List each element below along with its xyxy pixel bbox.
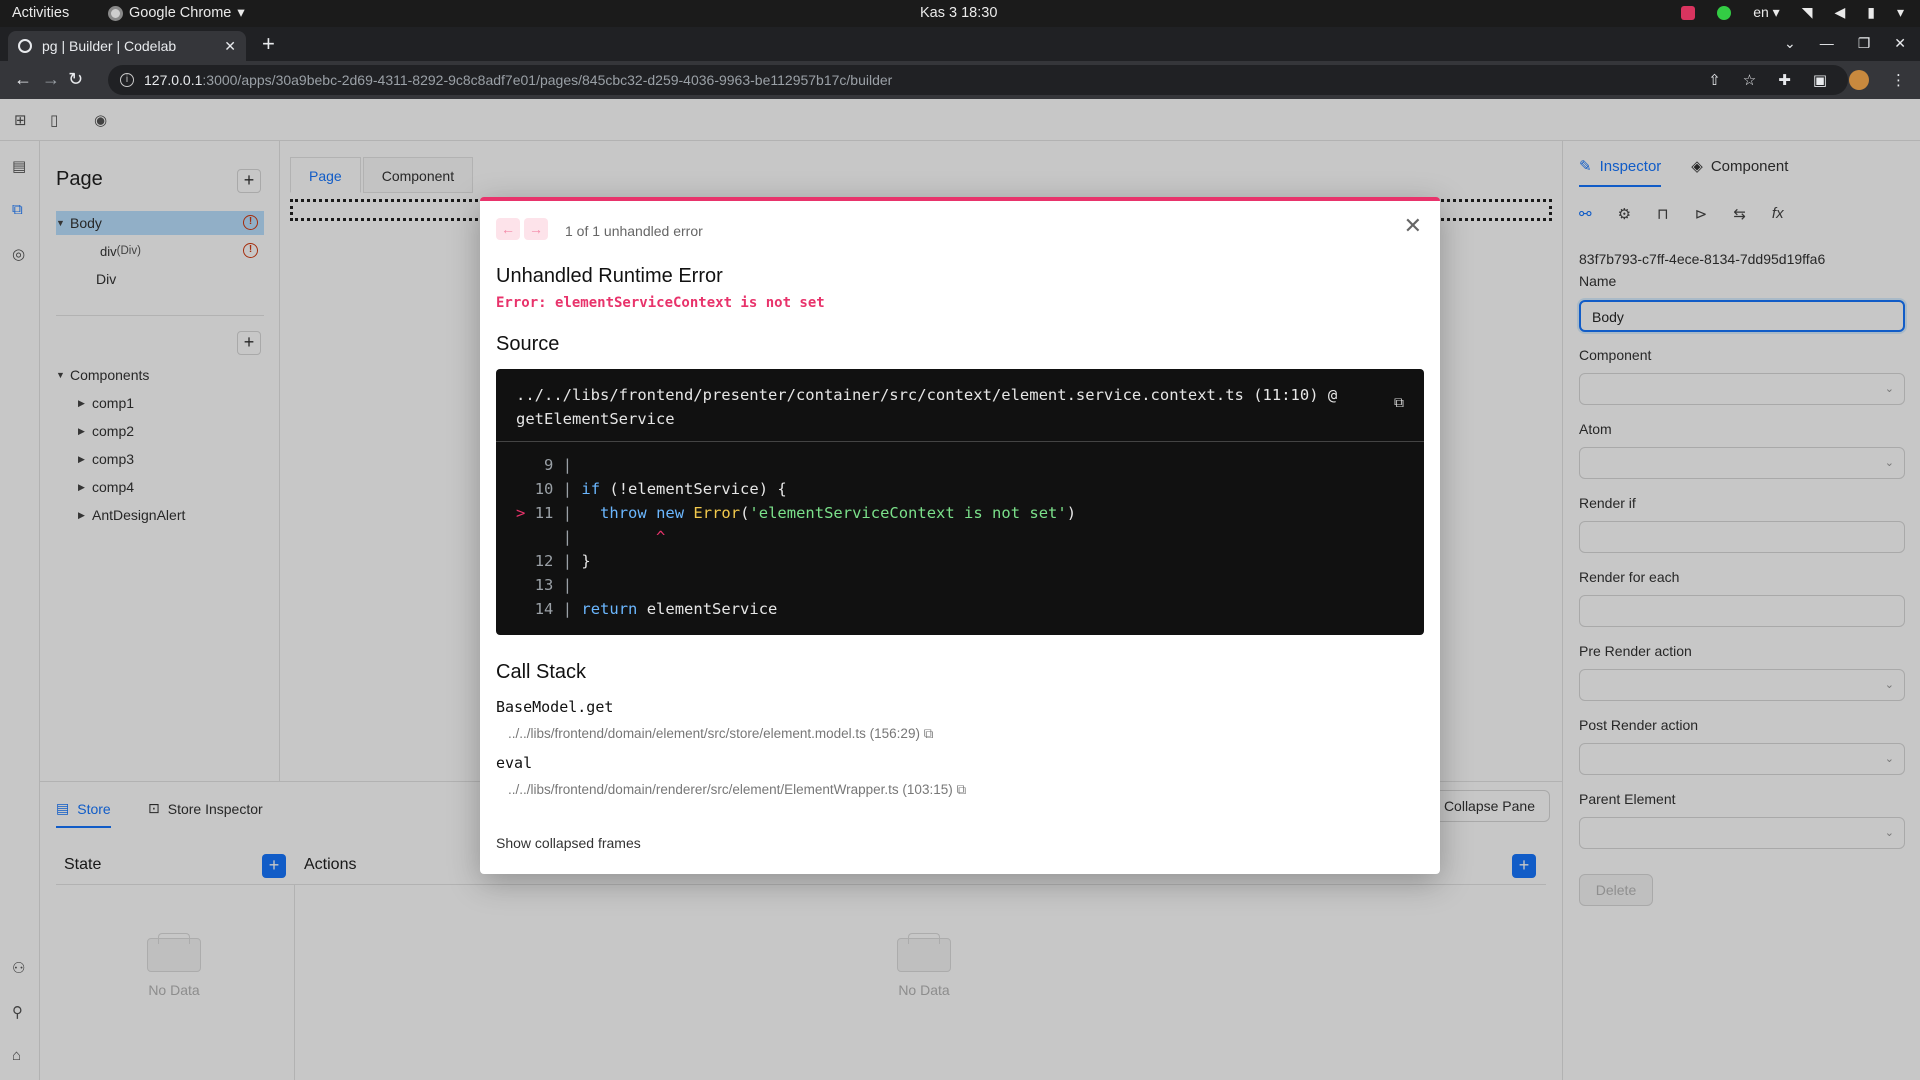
runtime-error-dialog: ← → 1 of 1 unhandled error ✕ Unhandled R… (480, 197, 1440, 874)
tab-title: pg | Builder | Codelab (42, 38, 177, 54)
activities-button[interactable]: Activities (12, 5, 69, 21)
caret-down-icon[interactable]: ▾ (1897, 4, 1904, 21)
code-line: > 11 | throw new Error('elementServiceCo… (516, 504, 1077, 522)
new-tab-icon[interactable]: + (262, 33, 275, 55)
source-file-link[interactable]: ../../libs/frontend/presenter/container/… (516, 383, 1376, 431)
info-icon[interactable]: i (120, 73, 134, 87)
restore-icon[interactable]: ❐ (1858, 35, 1871, 52)
call-stack-heading: Call Stack (496, 661, 587, 683)
external-link-icon[interactable]: ⧉ (1394, 395, 1404, 411)
stack-frame-file[interactable]: ../../libs/frontend/domain/element/src/s… (508, 726, 933, 742)
profile-avatar[interactable] (1849, 70, 1869, 90)
show-collapsed-frames-button[interactable]: Show collapsed frames (496, 835, 641, 851)
close-icon[interactable]: ✕ (1404, 215, 1422, 237)
browser-actions: ⇧ ☆ ✚ ▣ ⋮ (1708, 70, 1906, 90)
stack-frame-file[interactable]: ../../libs/frontend/domain/renderer/src/… (508, 782, 966, 798)
more-menu-icon[interactable]: ⋮ (1891, 71, 1906, 89)
code-line: 10 | if (!elementService) { (534, 480, 787, 498)
close-tab-icon[interactable]: ✕ (224, 38, 236, 55)
code-line: 14 | return elementService (534, 600, 778, 618)
system-tray[interactable]: en ▾ ◥ ◀ ▮ ▾ (1681, 4, 1904, 21)
forward-icon[interactable]: → (42, 69, 60, 89)
address-bar[interactable]: i 127.0.0.1:3000/apps/30a9bebc-2d69-4311… (108, 65, 1848, 95)
app-menu[interactable]: Google Chrome ▾ (108, 5, 245, 21)
error-pager: ← → (496, 218, 548, 240)
clock[interactable]: Kas 3 18:30 (920, 5, 997, 21)
browser-tab[interactable]: pg | Builder | Codelab ✕ (8, 31, 246, 61)
stack-frame-path: ../../libs/frontend/domain/element/src/s… (508, 726, 920, 741)
next-error-icon[interactable]: → (524, 218, 548, 240)
stack-frame-name: BaseModel.get (496, 698, 614, 716)
browser-toolbar: ← → ↻ i 127.0.0.1:3000/apps/30a9bebc-2d6… (0, 61, 1920, 99)
battery-icon[interactable]: ▮ (1867, 4, 1875, 21)
language-indicator[interactable]: en ▾ (1753, 4, 1780, 21)
caret-down-icon: ▾ (237, 5, 245, 21)
extensions-icon[interactable]: ✚ (1778, 71, 1791, 89)
browser-tab-strip: pg | Builder | Codelab ✕ + ⌄ — ❐ ✕ (0, 27, 1920, 61)
window-controls: ⌄ — ❐ ✕ (1784, 35, 1906, 52)
close-window-icon[interactable]: ✕ (1894, 35, 1906, 52)
minimize-icon[interactable]: — (1820, 35, 1834, 52)
share-icon[interactable]: ⇧ (1708, 71, 1721, 89)
code-lines: 9 | 10 | if (!elementService) { > 11 | th… (516, 453, 1076, 621)
stack-frame-name: eval (496, 754, 533, 772)
status-icon[interactable] (1717, 5, 1732, 20)
tab-search-icon[interactable]: ⌄ (1784, 35, 1796, 52)
external-link-icon[interactable]: ⧉ (924, 726, 934, 741)
volume-icon[interactable]: ◀ (1834, 4, 1845, 21)
wifi-icon[interactable]: ◥ (1802, 4, 1813, 21)
code-line: 12 | } (534, 552, 591, 570)
error-count: 1 of 1 unhandled error (565, 223, 703, 239)
code-line: 9 | (534, 456, 573, 474)
chrome-icon (108, 5, 123, 21)
source-heading: Source (496, 333, 560, 355)
slack-icon[interactable] (1681, 5, 1696, 20)
external-link-icon[interactable]: ⧉ (956, 782, 966, 797)
previous-error-icon[interactable]: ← (496, 218, 520, 240)
source-code-frame: ../../libs/frontend/presenter/container/… (496, 369, 1424, 635)
error-message: Error: elementServiceContext is not set (496, 295, 825, 311)
error-title: Unhandled Runtime Error (496, 265, 723, 287)
reload-icon[interactable]: ↻ (68, 69, 83, 89)
code-line: 13 | (534, 576, 573, 594)
stack-frame-path: ../../libs/frontend/domain/renderer/src/… (508, 782, 953, 797)
back-icon[interactable]: ← (14, 69, 32, 89)
code-line: | ^ (562, 528, 666, 546)
bookmark-star-icon[interactable]: ☆ (1743, 71, 1756, 89)
app-name: Google Chrome (129, 5, 232, 21)
side-panel-icon[interactable]: ▣ (1813, 71, 1827, 89)
divider (496, 441, 1424, 442)
url-text: 127.0.0.1:3000/apps/30a9bebc-2d69-4311-8… (144, 72, 893, 88)
system-top-bar: Activities Google Chrome ▾ Kas 3 18:30 e… (0, 0, 1920, 27)
globe-icon (18, 39, 32, 53)
